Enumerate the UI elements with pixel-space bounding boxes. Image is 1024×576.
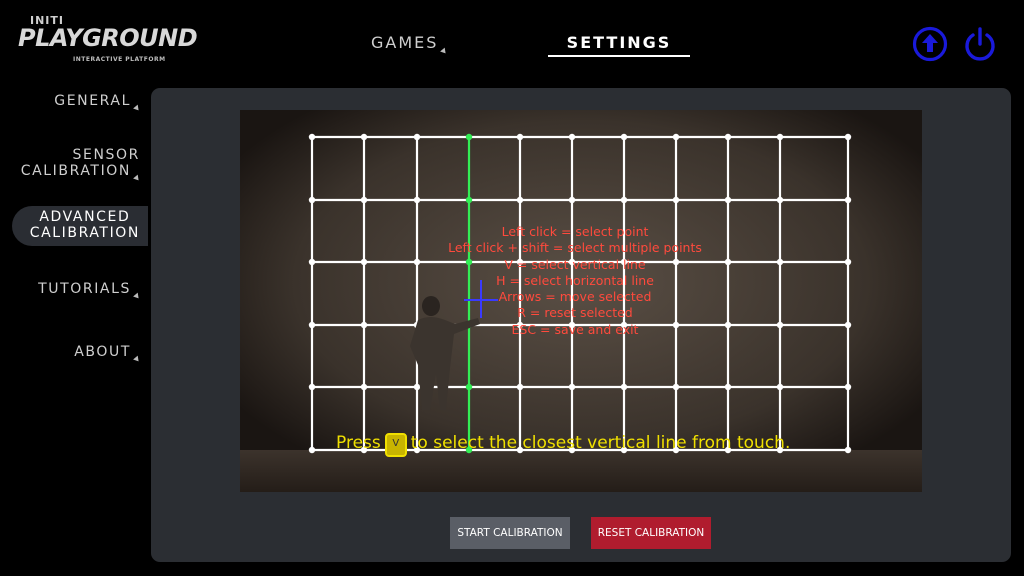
power-button[interactable] (962, 26, 998, 62)
grid-point[interactable] (724, 383, 732, 391)
grid-point[interactable] (308, 446, 316, 454)
sidebar-item-label: SENSOR (72, 147, 140, 163)
sidebar-item-advanced-calibration[interactable]: ADVANCED CALIBRATION (12, 206, 148, 246)
grid-point[interactable] (516, 383, 524, 391)
grid-point[interactable] (308, 133, 316, 141)
grid-point[interactable] (308, 258, 316, 266)
grid-point[interactable] (620, 383, 628, 391)
sidebar-item-label-line: ADVANCED (39, 209, 131, 225)
sidebar-item-label-line: CALIBRATION (29, 225, 140, 241)
grid-point[interactable] (844, 258, 852, 266)
grid-point[interactable] (360, 258, 368, 266)
instruction-line: R = reset selected (517, 305, 633, 321)
tab-games-label: GAMES (371, 33, 439, 52)
tutorial-hint: Press Vto select the closest vertical lin… (336, 433, 790, 457)
pointer-icon (133, 104, 141, 113)
sidebar-item-tutorials[interactable]: TUTORIALS (38, 281, 141, 301)
grid-point[interactable] (672, 196, 680, 204)
grid-point[interactable] (776, 258, 784, 266)
sidebar-item-label: GENERAL (54, 93, 131, 109)
settings-panel: Left click = select point Left click + s… (151, 88, 1011, 562)
instruction-line: V = select vertical line (504, 256, 646, 272)
grid-point[interactable] (413, 383, 421, 391)
grid-point[interactable] (672, 133, 680, 141)
active-tab-indicator (548, 55, 690, 57)
keyboard-instructions: Left click = select point Left click + s… (400, 224, 750, 338)
reset-calibration-label: RESET CALIBRATION (597, 527, 705, 539)
tab-games[interactable]: GAMES (371, 33, 449, 56)
grid-point[interactable] (516, 196, 524, 204)
grid-point[interactable] (568, 133, 576, 141)
sidebar-item-label: ADVANCED CALIBRATION (30, 209, 140, 241)
grid-point[interactable] (413, 133, 421, 141)
grid-point[interactable] (776, 133, 784, 141)
pointer-icon (440, 47, 449, 56)
grid-point[interactable] (672, 383, 680, 391)
instruction-line: Left click = select point (501, 224, 649, 239)
instruction-line: ESC = save and exit (511, 321, 639, 337)
sidebar-item-label: CALIBRATION (20, 163, 131, 179)
pointer-icon (133, 355, 141, 364)
grid-point[interactable] (620, 133, 628, 141)
grid-point[interactable] (413, 196, 421, 204)
grid-point[interactable] (568, 383, 576, 391)
start-calibration-label: START CALIBRATION (457, 527, 563, 539)
sidebar-item-label: TUTORIALS (38, 281, 131, 297)
pointer-icon (133, 292, 141, 301)
grid-point[interactable] (724, 196, 732, 204)
instruction-line: H = select horizontal line (496, 272, 654, 288)
hint-suffix: to select the closest vertical line from… (410, 433, 791, 453)
grid-point[interactable] (516, 133, 524, 141)
grid-point[interactable] (844, 133, 852, 141)
grid-point[interactable] (360, 383, 368, 391)
upload-button[interactable] (912, 26, 948, 62)
grid-point[interactable] (724, 133, 732, 141)
calibration-camera-view[interactable]: Left click = select point Left click + s… (240, 110, 922, 492)
grid-point[interactable] (360, 133, 368, 141)
start-calibration-button[interactable]: START CALIBRATION (450, 517, 570, 549)
tab-settings[interactable]: SETTINGS (548, 33, 690, 52)
grid-point[interactable] (620, 196, 628, 204)
grid-point[interactable] (776, 321, 784, 329)
sidebar-item-sensor-calibration[interactable]: SENSOR CALIBRATION (20, 147, 141, 183)
grid-point[interactable] (844, 196, 852, 204)
grid-point[interactable] (360, 196, 368, 204)
grid-point[interactable] (568, 196, 576, 204)
grid-point[interactable] (308, 383, 316, 391)
grid-point[interactable] (360, 321, 368, 329)
power-icon (965, 27, 995, 61)
grid-point[interactable] (465, 133, 473, 141)
upload-icon (912, 26, 948, 62)
grid-point[interactable] (465, 196, 473, 204)
sidebar-item-general[interactable]: GENERAL (54, 93, 141, 113)
reset-calibration-button[interactable]: RESET CALIBRATION (591, 517, 711, 549)
grid-point[interactable] (465, 383, 473, 391)
grid-point[interactable] (844, 383, 852, 391)
sidebar-item-label: ABOUT (74, 344, 131, 360)
v-key-icon: V (384, 433, 407, 457)
grid-point[interactable] (308, 196, 316, 204)
grid-point[interactable] (776, 383, 784, 391)
hint-prefix: Press (336, 433, 381, 453)
grid-point[interactable] (844, 446, 852, 454)
tab-settings-label: SETTINGS (566, 33, 672, 52)
top-nav: GAMES SETTINGS (0, 30, 1024, 60)
instruction-line: Left click + shift = select multiple poi… (448, 240, 702, 256)
grid-point[interactable] (308, 321, 316, 329)
instruction-line: Arrows = move selected (498, 289, 652, 305)
grid-point[interactable] (776, 196, 784, 204)
grid-point[interactable] (844, 321, 852, 329)
pointer-icon (133, 174, 141, 183)
sidebar-item-about[interactable]: ABOUT (74, 344, 141, 364)
